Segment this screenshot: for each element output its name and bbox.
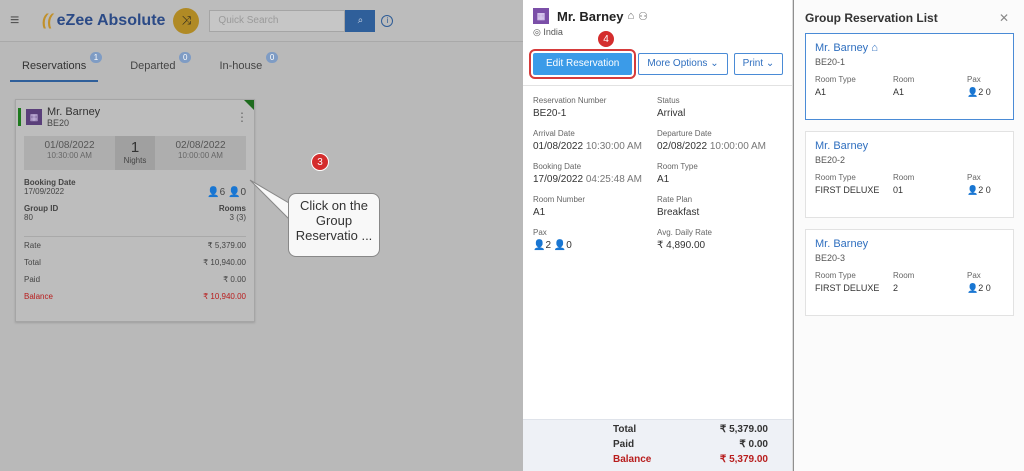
info-icon[interactable]: i: [381, 14, 394, 27]
house-icon: ⌂: [627, 10, 635, 22]
search-input[interactable]: Quick Search: [209, 9, 346, 32]
tabs: Reservations 1 Departed 0 In-house 0: [10, 52, 279, 82]
step-3-badge: 3: [311, 153, 329, 171]
logo[interactable]: ((eZee Absolute: [42, 12, 165, 30]
field-reservation-number: Reservation Number BE20-1: [533, 96, 607, 119]
more-options-button[interactable]: More Options ⌄: [638, 53, 728, 75]
step-4-badge: 4: [597, 30, 615, 48]
field-departure-date: Departure Date 02/08/2022 10:00:00 AM: [657, 129, 766, 152]
close-icon[interactable]: ✕: [999, 11, 1009, 25]
stay-dates: 01/08/2022 10:30:00 AM 1 Nights 02/08/2022…: [24, 136, 246, 170]
field-room-number: Room Number A1: [533, 195, 586, 218]
group-item[interactable]: Mr. Barney BE20-3 Room Type FIRST DELUXE …: [805, 229, 1014, 316]
group-item[interactable]: Mr. Barney ⌂ BE20-1 Room Type A1 Room A1 P…: [805, 33, 1014, 120]
tab-departed[interactable]: Departed 0: [118, 52, 192, 82]
status-bar: [18, 108, 21, 126]
callout-tooltip: Click on the Group Reservatio ...: [288, 193, 380, 257]
group-reservation-list: Group Reservation List ✕ Mr. Barney ⌂ BE2…: [794, 0, 1024, 471]
shuffle-icon[interactable]: ⤨: [173, 7, 200, 34]
search-icon[interactable]: ⌕: [345, 9, 376, 32]
house-icon: ⌂: [871, 42, 878, 54]
field-arrival-date: Arrival Date 01/08/2022 10:30:00 AM: [533, 129, 642, 152]
building-icon: ▦: [26, 109, 42, 125]
field-rate-plan: Rate Plan Breakfast: [657, 195, 700, 218]
edit-reservation-button[interactable]: Edit Reservation: [528, 49, 637, 79]
logo-mark-icon: ((: [42, 11, 53, 29]
field-pax: Pax 👤2 👤0: [533, 228, 572, 251]
guest-location: India: [543, 27, 563, 37]
summary-footer: Total ₹ 5,379.00 Paid ₹ 0.00 Balance ₹ 5,37…: [523, 419, 792, 471]
group-list-title: Group Reservation List: [805, 11, 938, 25]
reservation-code: BE20: [47, 118, 70, 128]
group-item[interactable]: Mr. Barney BE20-2 Room Type FIRST DELUXE …: [805, 131, 1014, 218]
tab-count: 1: [89, 52, 103, 63]
field-room-type: Room Type A1: [657, 162, 698, 185]
print-button[interactable]: Print ⌄: [733, 53, 784, 75]
field-booking-date: Booking Date 17/09/2022 04:25:48 AM: [533, 162, 642, 185]
tab-count: 0: [179, 52, 192, 63]
guest-name: Mr. Barney: [557, 8, 624, 24]
group-icon: ⚇: [638, 10, 649, 23]
reservation-detail-panel: ▦ Mr. Barney ⌂ ⚇ ◎ India 4 Edit Reservat…: [523, 0, 793, 471]
tab-inhouse[interactable]: In-house 0: [207, 52, 279, 82]
guest-name: Mr. Barney: [47, 106, 101, 118]
flag-corner: [244, 100, 254, 110]
more-icon[interactable]: ⋮: [236, 110, 248, 124]
chevron-down-icon: ⌄: [710, 58, 719, 69]
chevron-down-icon: ⌄: [765, 58, 775, 69]
building-icon: ▦: [533, 8, 549, 24]
tab-reservations[interactable]: Reservations 1: [10, 52, 103, 82]
detail-fields: Reservation Number BE20-1 Status Arrival A…: [523, 86, 792, 261]
background-app: ≡ ((eZee Absolute ⤨ Quick Search ⌕ i Res…: [0, 0, 523, 471]
reservation-card[interactable]: ▦ Mr. Barney BE20 ⋮ 01/08/2022 10:30:00 A…: [15, 99, 255, 322]
top-bar: ≡ ((eZee Absolute ⤨ Quick Search ⌕ i: [0, 0, 523, 42]
tab-count: 0: [265, 52, 279, 63]
field-status: Status Arrival: [657, 96, 686, 119]
menu-icon[interactable]: ≡: [10, 12, 26, 30]
location-icon: ◎: [533, 27, 541, 37]
field-avg-daily-rate: Avg. Daily Rate ₹ 4,890.00: [657, 228, 712, 251]
